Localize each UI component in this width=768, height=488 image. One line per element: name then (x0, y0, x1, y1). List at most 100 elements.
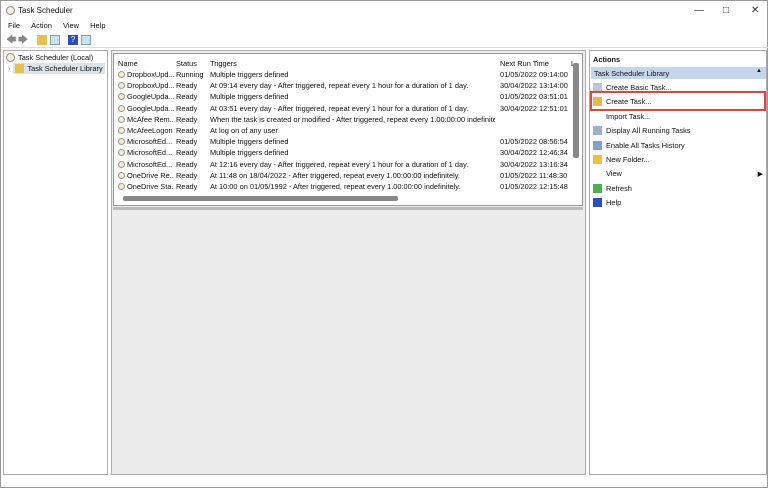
task-triggers: At log on of any user (210, 126, 278, 135)
tree-item-local[interactable]: Task Scheduler (Local) (6, 53, 93, 62)
window-title: Task Scheduler (18, 6, 73, 15)
menu-help[interactable]: Help (90, 21, 105, 30)
submenu-arrow-icon: ▶ (757, 170, 763, 178)
history-icon (593, 140, 602, 150)
column-name[interactable]: Name (118, 59, 138, 68)
task-status: Ready (176, 103, 198, 113)
actions-pane: Actions Task Scheduler Library ▲ Create B… (589, 50, 767, 475)
collapse-icon[interactable]: ▲ (756, 68, 762, 74)
navigation-tree: Task Scheduler (Local) › Task Scheduler L… (3, 50, 108, 475)
up-folder-icon[interactable] (37, 35, 47, 45)
task-name: DropboxUpd... (118, 81, 174, 90)
menu-action[interactable]: Action (31, 21, 52, 30)
table-row[interactable]: MicrosoftEd... Ready At 12:16 every day … (114, 159, 582, 170)
task-triggers: At 10:00 on 01/05/1992 - After triggered… (210, 182, 461, 191)
task-status: Ready (176, 137, 198, 147)
task-next-run: 30/04/2022 13:14:00 (500, 81, 568, 91)
action-refresh[interactable]: Refresh (593, 182, 765, 195)
running-tasks-icon (593, 126, 602, 136)
task-triggers: Multiple triggers defined (210, 137, 289, 147)
action-new-folder[interactable]: New Folder... (593, 153, 765, 166)
task-triggers: At 09:14 every day - After triggered, re… (210, 81, 469, 91)
task-triggers: Multiple triggers defined (210, 148, 289, 158)
task-name: McAfeeLogon (118, 126, 174, 135)
forward-icon[interactable]: 🡆 (18, 33, 28, 46)
task-status: Running (176, 70, 204, 79)
tree-item-library[interactable]: › Task Scheduler Library (8, 63, 105, 74)
task-status: Ready (176, 148, 198, 158)
table-row[interactable]: GoogleUpda... Ready Multiple triggers de… (114, 91, 582, 102)
table-header: Name Status Triggers Next Run Time L (114, 58, 582, 69)
task-icon (118, 127, 125, 134)
maximize-button[interactable]: □ (723, 5, 729, 16)
action-label: View (606, 169, 622, 179)
help-icon[interactable]: ? (68, 35, 78, 45)
table-row[interactable]: DropboxUpd... Ready At 09:14 every day -… (114, 80, 582, 91)
task-next-run: 01/05/2022 11:48:30 (500, 170, 568, 180)
folder-icon (593, 155, 602, 164)
action-label: Import Task... (606, 111, 651, 121)
column-status[interactable]: Status (176, 59, 197, 68)
task-icon (118, 104, 125, 112)
table-row[interactable]: MicrosoftEd... Ready Multiple triggers d… (114, 136, 582, 147)
pane-splitter[interactable] (113, 207, 583, 210)
close-button[interactable]: ✕ (751, 5, 759, 16)
actions-section-header[interactable]: Task Scheduler Library ▲ (591, 67, 766, 79)
table-row[interactable]: GoogleUpda... Ready At 03:51 every day -… (114, 103, 582, 114)
task-status: Ready (176, 170, 198, 180)
action-enable-all-tasks-history[interactable]: Enable All Tasks History (593, 139, 765, 152)
task-name: McAfee Rem... (118, 115, 174, 124)
back-icon[interactable]: 🡄 (6, 33, 16, 46)
task-status: Ready (176, 92, 198, 102)
minimize-button[interactable]: — (694, 5, 704, 16)
task-icon (118, 71, 125, 78)
task-name: OneDrive Re... (118, 171, 174, 180)
horizontal-scrollbar[interactable] (123, 196, 398, 201)
task-icon (118, 93, 125, 101)
section-label: Task Scheduler Library (594, 69, 670, 78)
task-scheduler-icon (6, 6, 15, 15)
column-triggers[interactable]: Triggers (210, 59, 237, 68)
task-triggers: Multiple triggers defined (210, 70, 289, 79)
action-help[interactable]: Help (593, 196, 765, 209)
task-status: Ready (176, 182, 198, 191)
action-view[interactable]: View ▶ (593, 167, 765, 180)
table-row[interactable]: McAfeeLogon Ready At log on of any user (114, 125, 582, 136)
task-icon (118, 149, 125, 157)
table-row[interactable]: OneDrive Sta... Ready At 10:00 on 01/05/… (114, 181, 582, 192)
vertical-scrollbar[interactable] (573, 63, 579, 158)
task-name: MicrosoftEd... (118, 137, 174, 146)
toolbar: 🡄 🡆 ? (1, 33, 768, 48)
task-icon (118, 183, 125, 190)
task-name: OneDrive Sta... (118, 182, 174, 191)
task-triggers: At 03:51 every day - After triggered, re… (210, 103, 469, 113)
task-name: DropboxUpd... (118, 70, 174, 79)
task-status: Ready (176, 159, 198, 169)
task-status: Ready (176, 114, 198, 124)
task-icon (118, 82, 125, 90)
task-icon (118, 138, 125, 146)
table-row[interactable]: OneDrive Re... Ready At 11:48 on 18/04/2… (114, 170, 582, 181)
task-status: Ready (176, 81, 198, 91)
task-next-run: 01/05/2022 03:51:01 (500, 92, 568, 102)
task-name: GoogleUpda... (118, 104, 174, 113)
task-next-run: 30/04/2022 13:16:34 (500, 159, 568, 169)
table-row[interactable]: MicrosoftEd... Ready Multiple triggers d… (114, 147, 582, 158)
tree-label: Task Scheduler Library (27, 64, 103, 73)
chevron-right-icon[interactable]: › (8, 64, 10, 73)
show-hide-console-icon[interactable] (50, 35, 60, 45)
task-triggers: At 11:48 on 18/04/2022 - After triggered… (210, 170, 460, 180)
table-row[interactable]: McAfee Rem... Ready When the task is cre… (114, 114, 582, 125)
actions-header: Actions (593, 55, 621, 64)
show-hide-action-pane-icon[interactable] (81, 35, 91, 45)
table-row[interactable]: DropboxUpd... Running Multiple triggers … (114, 69, 582, 80)
task-status: Ready (176, 126, 198, 135)
task-icon (118, 171, 125, 179)
action-display-all-running-tasks[interactable]: Display All Running Tasks (593, 124, 765, 137)
action-import-task[interactable]: Import Task... (593, 110, 765, 123)
column-next-run-time[interactable]: Next Run Time (500, 59, 549, 68)
action-label: Refresh (606, 183, 632, 193)
menu-view[interactable]: View (63, 21, 79, 30)
task-icon (118, 160, 125, 168)
menu-file[interactable]: File (8, 21, 20, 30)
